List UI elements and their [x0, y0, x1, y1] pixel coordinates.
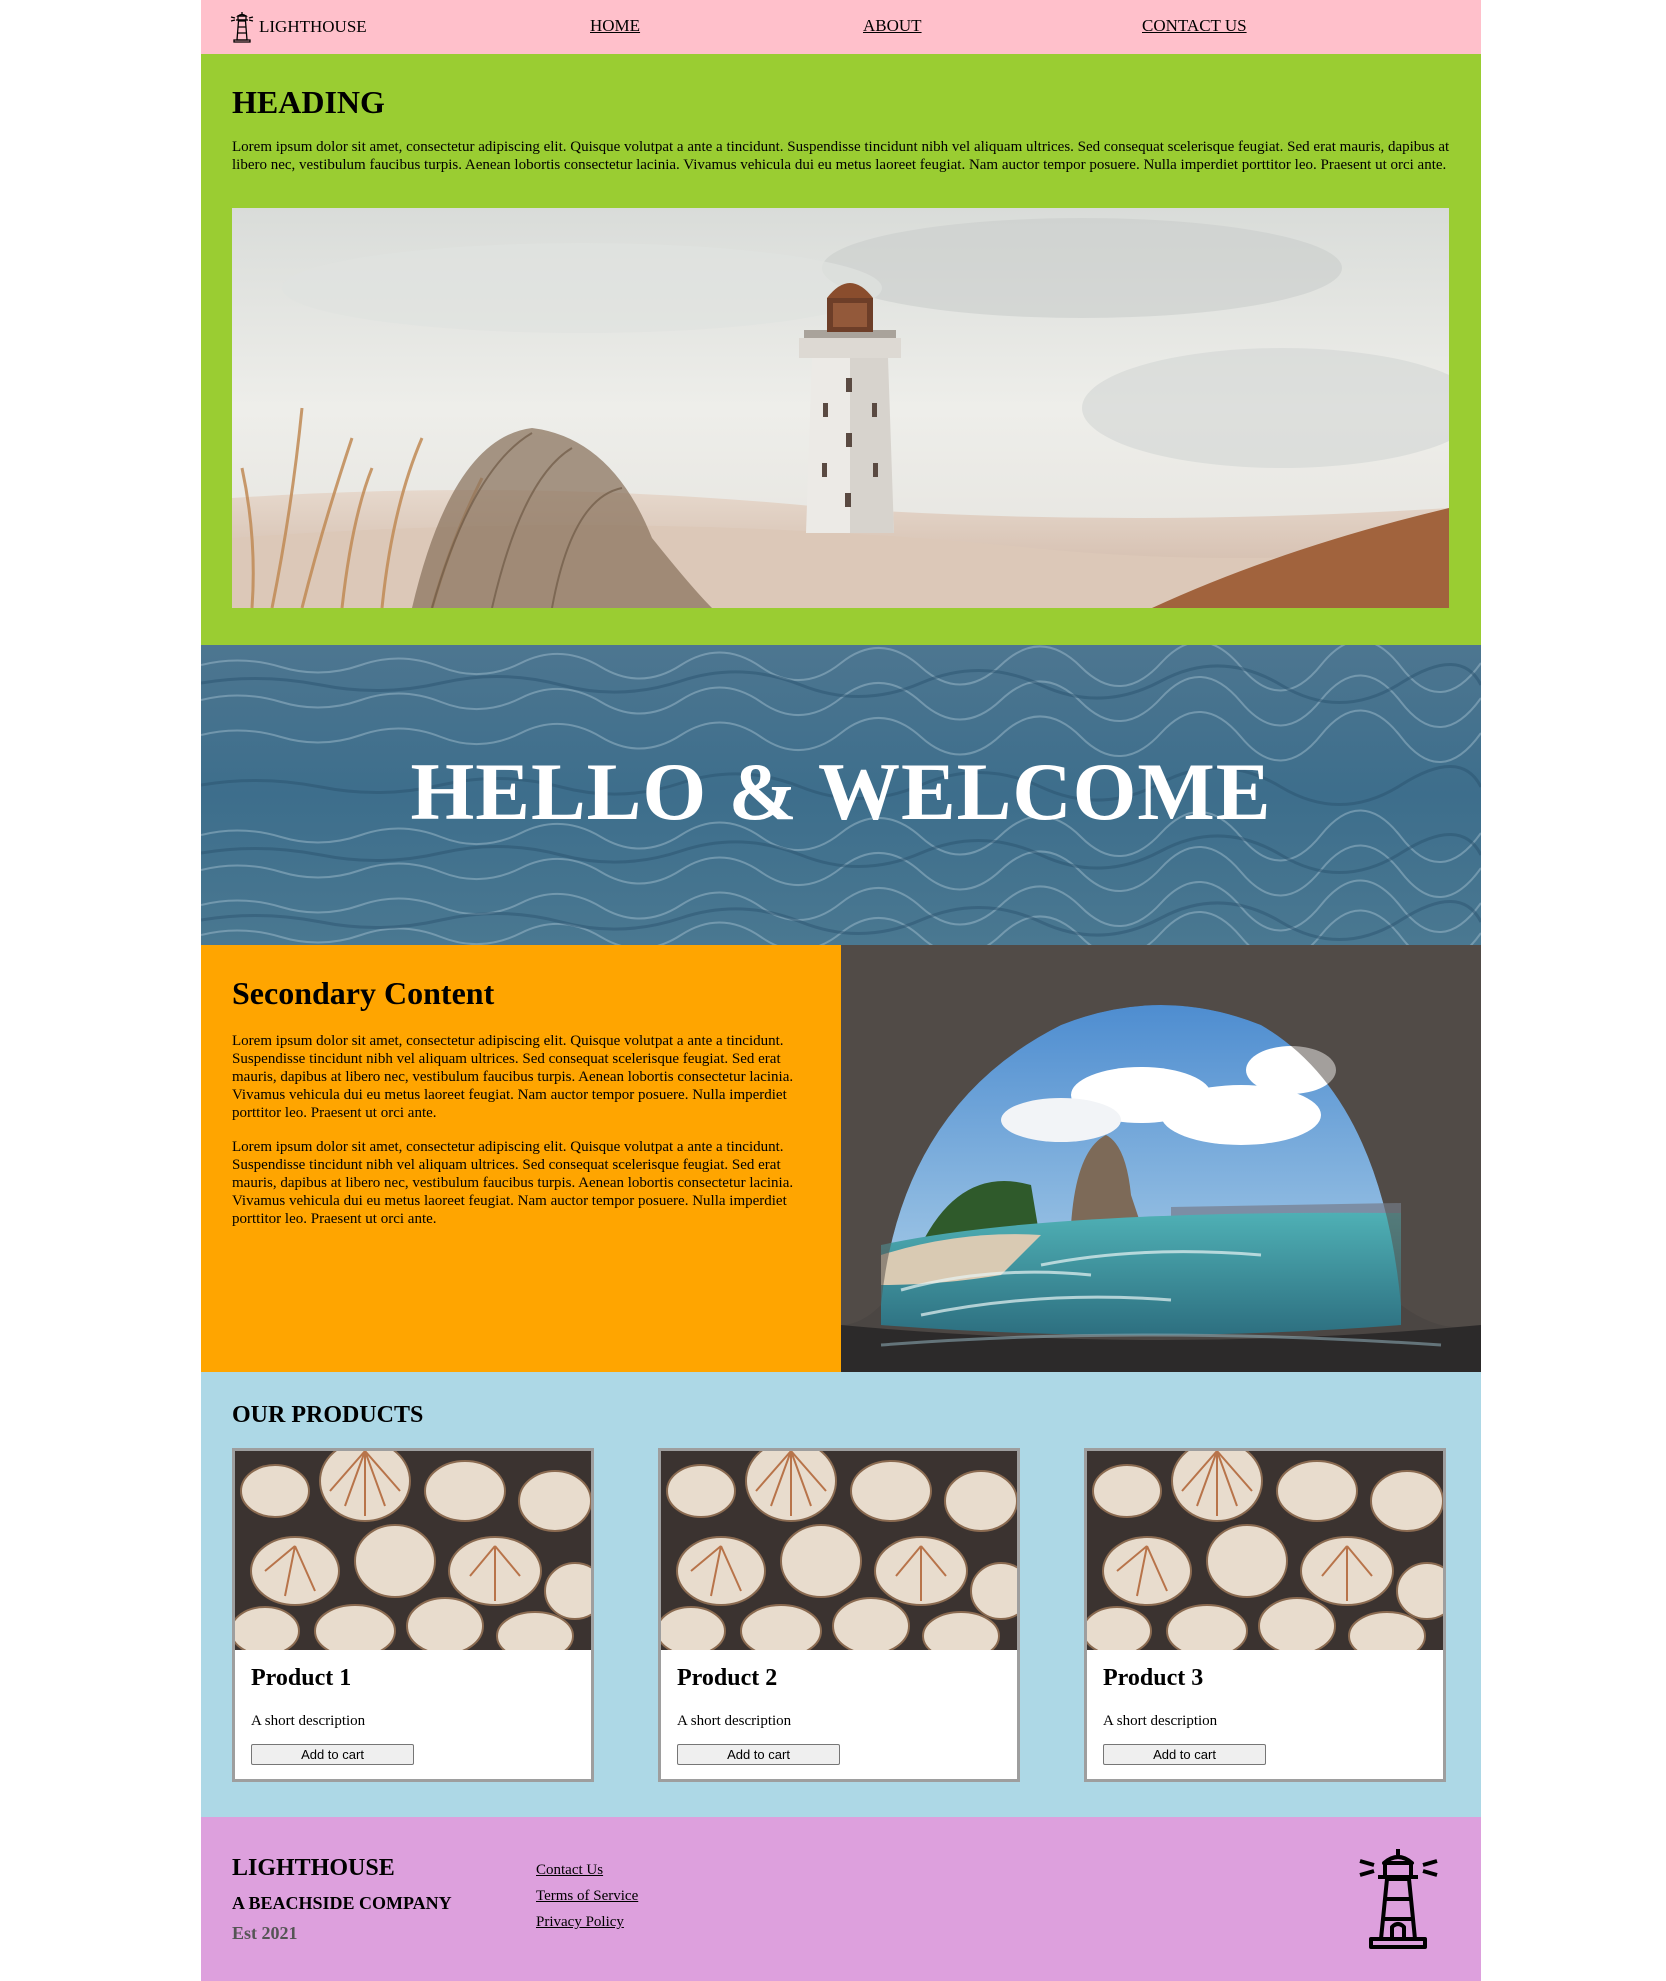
- product-card: Product 3 A short description Add to car…: [1084, 1448, 1446, 1782]
- lighthouse-icon: [230, 12, 254, 43]
- footer-links: Contact Us Terms of Service Privacy Poli…: [536, 1857, 638, 1935]
- nav-link-about[interactable]: ABOUT: [863, 16, 922, 36]
- nav-link-contact[interactable]: CONTACT US: [1142, 16, 1247, 36]
- add-to-cart-button[interactable]: Add to cart: [677, 1744, 840, 1765]
- secondary-section: Secondary Content Lorem ipsum dolor sit …: [201, 945, 1481, 1372]
- footer-link-privacy[interactable]: Privacy Policy: [536, 1909, 638, 1935]
- nav-brand[interactable]: LIGHTHOUSE: [229, 10, 367, 44]
- footer-link-contact[interactable]: Contact Us: [536, 1857, 638, 1883]
- footer-established: Est 2021: [232, 1923, 298, 1943]
- intro-body: Lorem ipsum dolor sit amet, consectetur …: [232, 139, 1450, 173]
- product-name: Product 3: [1103, 1665, 1204, 1691]
- welcome-banner: HELLO & WELCOME: [201, 645, 1481, 945]
- footer: LIGHTHOUSE A BEACHSIDE COMPANY Est 2021 …: [201, 1817, 1481, 1981]
- product-card: Product 1 A short description Add to car…: [232, 1448, 594, 1782]
- product-image-seashells: [661, 1451, 1017, 1650]
- lighthouse-photo: [232, 208, 1449, 608]
- secondary-text-panel: Secondary Content Lorem ipsum dolor sit …: [201, 945, 841, 1372]
- add-to-cart-button[interactable]: Add to cart: [251, 1744, 414, 1765]
- product-name: Product 1: [251, 1665, 352, 1691]
- secondary-paragraph-2: Lorem ipsum dolor sit amet, consectetur …: [232, 1139, 794, 1227]
- welcome-title: HELLO & WELCOME: [410, 746, 1272, 837]
- product-image-seashells: [1087, 1451, 1443, 1650]
- nav-brand-label: LIGHTHOUSE: [259, 17, 367, 36]
- footer-brand: LIGHTHOUSE: [232, 1855, 395, 1881]
- secondary-paragraph-1: Lorem ipsum dolor sit amet, consectetur …: [232, 1033, 794, 1121]
- product-name: Product 2: [677, 1665, 778, 1691]
- intro-section: HEADING Lorem ipsum dolor sit amet, cons…: [201, 54, 1481, 645]
- top-nav: LIGHTHOUSE HOME ABOUT CONTACT US: [201, 0, 1481, 54]
- sea-cave-photo: [841, 945, 1481, 1372]
- product-image-seashells: [235, 1451, 591, 1650]
- products-section: OUR PRODUCTS Product 1 A short descripti…: [201, 1372, 1481, 1817]
- products-heading: OUR PRODUCTS: [232, 1402, 424, 1428]
- product-description: A short description: [1103, 1713, 1218, 1729]
- page: LIGHTHOUSE HOME ABOUT CONTACT US HEADING…: [201, 0, 1481, 1981]
- lighthouse-logo-icon: [1359, 1849, 1438, 1949]
- intro-heading: HEADING: [232, 84, 385, 120]
- footer-tagline: A BEACHSIDE COMPANY: [232, 1893, 452, 1913]
- product-description: A short description: [251, 1713, 366, 1729]
- nav-link-home[interactable]: HOME: [590, 16, 640, 36]
- footer-link-terms[interactable]: Terms of Service: [536, 1883, 638, 1909]
- secondary-heading: Secondary Content: [232, 975, 495, 1011]
- product-description: A short description: [677, 1713, 792, 1729]
- product-card: Product 2 A short description Add to car…: [658, 1448, 1020, 1782]
- add-to-cart-button[interactable]: Add to cart: [1103, 1744, 1266, 1765]
